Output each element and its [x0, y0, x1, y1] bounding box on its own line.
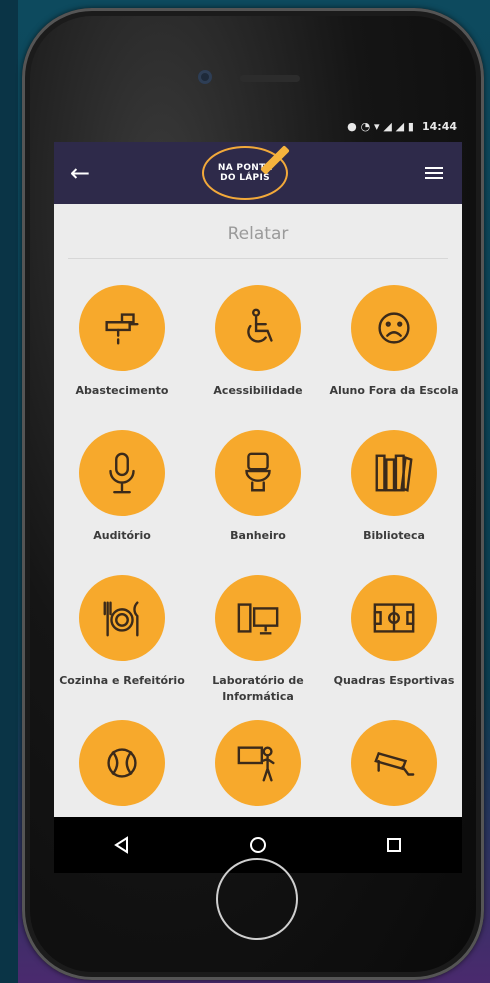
teacher-board-icon — [215, 720, 301, 806]
category-label: Abastecimento — [75, 384, 169, 397]
category-laboratorio-de-informatica[interactable]: Laboratório de Informática — [190, 575, 326, 720]
front-camera — [198, 70, 212, 84]
plate-cutlery-icon — [79, 575, 165, 661]
section-title: Relatar — [227, 224, 289, 244]
menu-button[interactable] — [412, 151, 456, 195]
background-edge — [0, 0, 18, 983]
square-recents-icon — [387, 838, 401, 852]
app-logo: NA PONTA DO LÁPIS — [202, 145, 290, 200]
category-quadras-esportivas[interactable]: Quadras Esportivas — [326, 575, 462, 720]
category-teacher-board[interactable] — [190, 720, 326, 817]
category-label: Laboratório de Informática — [212, 674, 304, 703]
nav-recents-button[interactable] — [364, 823, 424, 867]
logo-line2: DO LÁPIS — [220, 173, 270, 183]
hamburger-icon — [425, 164, 443, 182]
wheelchair-icon — [215, 285, 301, 371]
app-bar: ← NA PONTA DO LÁPIS — [54, 142, 462, 204]
notification-icons: ● ◔ ▾ ◢ ◢ ▮ — [347, 119, 414, 133]
category-aluno-fora-da-escola[interactable]: Aluno Fora da Escola — [326, 285, 462, 430]
sports-court-icon — [351, 575, 437, 661]
category-abastecimento[interactable]: Abastecimento — [54, 285, 190, 430]
sad-face-icon — [351, 285, 437, 371]
computer-icon — [215, 575, 301, 661]
earpiece-speaker — [240, 75, 300, 82]
ball-icon — [79, 720, 165, 806]
toilet-icon — [215, 430, 301, 516]
microphone-icon — [79, 430, 165, 516]
category-label: Biblioteca — [363, 529, 425, 542]
category-security-camera[interactable] — [326, 720, 462, 817]
status-bar: ● ◔ ▾ ◢ ◢ ▮ 14:44 — [55, 114, 463, 138]
app-screen: ← NA PONTA DO LÁPIS Relatar Abasteciment… — [54, 142, 462, 817]
nav-back-button[interactable] — [92, 823, 152, 867]
status-time: 14:44 — [421, 119, 457, 133]
category-biblioteca[interactable]: Biblioteca — [326, 430, 462, 575]
category-label: Banheiro — [230, 529, 286, 542]
category-auditorio[interactable]: Auditório — [54, 430, 190, 575]
category-ball[interactable] — [54, 720, 190, 817]
security-camera-icon — [351, 720, 437, 806]
triangle-back-icon — [114, 836, 128, 854]
category-cozinha-e-refeitorio[interactable]: Cozinha e Refeitório — [54, 575, 190, 720]
category-label: Acessibilidade — [213, 384, 303, 397]
category-label: Quadras Esportivas — [333, 674, 455, 687]
back-button[interactable]: ← — [58, 151, 102, 195]
category-label: Cozinha e Refeitório — [59, 674, 185, 687]
pencil-icon — [260, 145, 290, 175]
category-label: Auditório — [93, 529, 151, 542]
divider — [68, 258, 448, 259]
faucet-icon — [79, 285, 165, 371]
circle-home-icon — [250, 837, 266, 853]
physical-home-button[interactable] — [216, 858, 298, 940]
category-label: Aluno Fora da Escola — [329, 384, 459, 397]
books-icon — [351, 430, 437, 516]
arrow-left-icon: ← — [69, 159, 91, 187]
category-grid: Abastecimento Acessibilidade Aluno Fora … — [54, 285, 462, 817]
category-banheiro[interactable]: Banheiro — [190, 430, 326, 575]
category-acessibilidade[interactable]: Acessibilidade — [190, 285, 326, 430]
